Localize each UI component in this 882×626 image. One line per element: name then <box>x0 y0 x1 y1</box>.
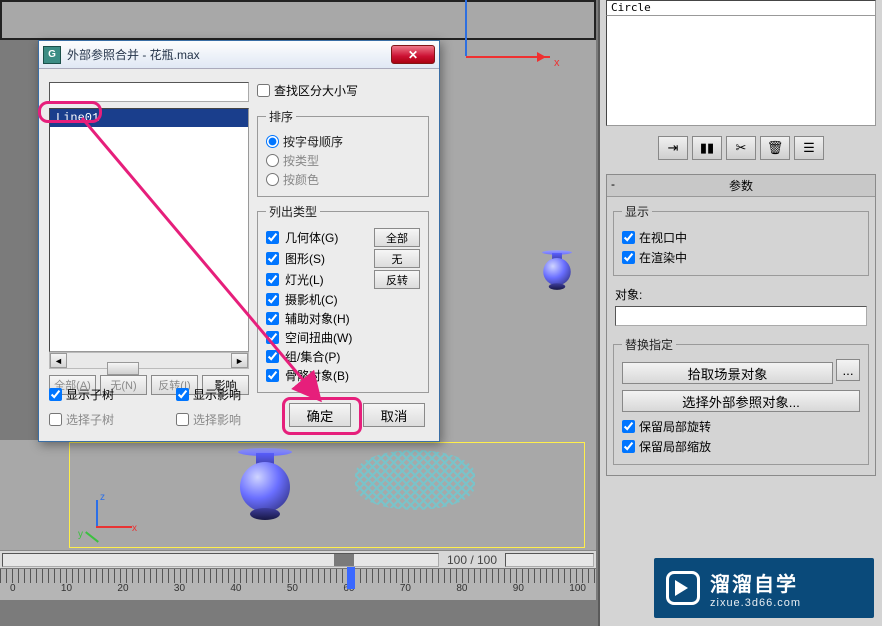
list-types-group: 列出类型 几何体(G)全部 图形(S)无 灯光(L)反转 摄影机(C) 辅助对象… <box>257 203 429 393</box>
show-end-result-icon[interactable]: ▮▮ <box>692 136 722 160</box>
select-influence-checkbox[interactable]: 选择影响 <box>176 411 293 428</box>
axis-label-y: y <box>78 529 83 540</box>
make-unique-icon[interactable]: ✂ <box>726 136 756 160</box>
display-group: 显示 在视口中 在渲染中 <box>613 203 869 276</box>
type-helper-checkbox[interactable] <box>266 312 279 325</box>
axis-label-x: x <box>554 57 560 69</box>
dialog-titlebar[interactable]: G 外部参照合并 - 花瓶.max ✕ <box>39 41 439 69</box>
ground-grid <box>355 450 475 510</box>
play-icon <box>666 571 700 605</box>
configure-sets-icon[interactable]: ☰ <box>794 136 824 160</box>
display-legend: 显示 <box>622 203 652 220</box>
panel-toolbar: ⇥ ▮▮ ✂ 🗑 ☰ <box>606 136 876 160</box>
in-viewport-checkbox[interactable]: 在视口中 <box>622 229 860 246</box>
ok-button[interactable]: 确定 <box>289 403 351 427</box>
sort-alpha-radio[interactable]: 按字母顺序 <box>266 133 420 150</box>
axis-label-z: z <box>100 492 105 503</box>
pin-stack-icon[interactable]: ⇥ <box>658 136 688 160</box>
time-slider-thumb[interactable] <box>334 554 354 566</box>
parameters-rollout: - 参数 显示 在视口中 在渲染中 对象: 替换指定 拾取场景对象 ... 选择… <box>606 174 876 476</box>
object-name-input[interactable] <box>615 306 867 326</box>
dialog-action-buttons: 确定 取消 <box>289 403 425 427</box>
search-input[interactable] <box>49 82 249 102</box>
list-item-line01[interactable]: Line01 <box>50 109 248 127</box>
gizmo-x-axis[interactable] <box>466 56 550 58</box>
rollout-title: 参数 <box>729 177 753 194</box>
scene-object-name[interactable]: Circle <box>606 0 876 16</box>
rollout-header[interactable]: - 参数 <box>607 175 875 197</box>
type-shape-checkbox[interactable] <box>266 252 279 265</box>
select-subtree-checkbox[interactable]: 选择子树 <box>49 411 166 428</box>
scroll-right-icon[interactable]: ► <box>231 353 248 368</box>
replace-legend: 替换指定 <box>622 336 676 353</box>
frame-counter: 100 / 100 <box>441 553 503 567</box>
type-spacewarp-checkbox[interactable] <box>266 331 279 344</box>
object-field-row: 对象: <box>607 286 875 330</box>
watermark-url: zixue.3d66.com <box>710 597 801 609</box>
type-light-checkbox[interactable] <box>266 273 279 286</box>
pick-xref-object-button[interactable]: 选择外部参照对象... <box>622 390 860 412</box>
in-render-checkbox[interactable]: 在渲染中 <box>622 249 860 266</box>
types-none-button[interactable]: 无 <box>374 249 420 268</box>
app-icon: G <box>43 46 61 64</box>
gizmo-y-axis[interactable] <box>465 0 467 56</box>
pick-scene-object-button[interactable]: 拾取场景对象 <box>622 362 833 384</box>
scroll-thumb[interactable] <box>107 362 139 375</box>
dialog-left-column: Line01 ◄ ► 全部(A) 无(N) 反转(I) 影响 <box>49 79 249 395</box>
pick-scene-browse-button[interactable]: ... <box>836 359 860 381</box>
vase-object-front[interactable] <box>235 448 295 538</box>
sort-color-radio[interactable]: 按颜色 <box>266 171 420 188</box>
time-slider-track[interactable] <box>2 553 439 567</box>
vase-object-persp[interactable] <box>541 250 574 300</box>
case-sensitive-checkbox[interactable]: 查找区分大小写 <box>257 82 429 99</box>
current-frame-marker[interactable] <box>347 567 355 589</box>
xref-merge-dialog: G 外部参照合并 - 花瓶.max ✕ Line01 ◄ ► 全部(A) 无(N… <box>38 40 440 442</box>
cancel-button[interactable]: 取消 <box>363 403 425 427</box>
keep-local-scale-checkbox[interactable]: 保留局部缩放 <box>622 438 860 455</box>
types-all-button[interactable]: 全部 <box>374 228 420 247</box>
close-button[interactable]: ✕ <box>391 45 435 64</box>
keep-local-rotation-checkbox[interactable]: 保留局部旋转 <box>622 418 860 435</box>
sort-type-radio[interactable]: 按类型 <box>266 152 420 169</box>
list-horizontal-scrollbar[interactable]: ◄ ► <box>49 352 249 369</box>
watermark: 溜溜自学 zixue.3d66.com <box>654 558 874 618</box>
types-invert-button[interactable]: 反转 <box>374 270 420 289</box>
rollout-toggle-icon[interactable]: - <box>611 177 615 191</box>
viewport-top <box>0 0 596 40</box>
type-geometry-checkbox[interactable] <box>266 231 279 244</box>
type-bone-checkbox[interactable] <box>266 369 279 382</box>
show-influence-checkbox[interactable]: 显示影响 <box>176 386 293 403</box>
scroll-left-icon[interactable]: ◄ <box>50 353 67 368</box>
timeline-ruler[interactable]: 0 10 20 30 40 50 60 70 80 90 100 <box>0 568 596 600</box>
show-subtree-checkbox[interactable]: 显示子树 <box>49 386 166 403</box>
sort-legend: 排序 <box>266 108 296 125</box>
watermark-title: 溜溜自学 <box>710 568 801 597</box>
remove-modifier-icon[interactable]: 🗑 <box>760 136 790 160</box>
types-legend: 列出类型 <box>266 203 320 220</box>
ruler-ticks <box>0 569 596 583</box>
scene-object-list[interactable] <box>606 16 876 126</box>
object-label: 对象: <box>615 286 867 303</box>
dialog-title: 外部参照合并 - 花瓶.max <box>67 46 391 63</box>
replace-group: 替换指定 拾取场景对象 ... 选择外部参照对象... 保留局部旋转 保留局部缩… <box>613 336 869 465</box>
dialog-bottom-options: 显示子树 显示影响 选择子树 选择影响 <box>49 383 293 431</box>
active-viewport-frame <box>69 442 585 548</box>
command-panel: Circle ⇥ ▮▮ ✂ 🗑 ☰ - 参数 显示 在视口中 在渲染中 对象: … <box>598 0 882 626</box>
axis-label-x2: x <box>132 523 137 534</box>
time-slider-bar[interactable]: 100 / 100 <box>0 550 596 568</box>
type-camera-checkbox[interactable] <box>266 293 279 306</box>
time-slider-track-right[interactable] <box>505 553 594 567</box>
dialog-right-column: 查找区分大小写 排序 按字母顺序 按类型 按颜色 列出类型 几何体(G)全部 图… <box>257 79 429 395</box>
object-listbox[interactable]: Line01 <box>49 108 249 352</box>
sort-group: 排序 按字母顺序 按类型 按颜色 <box>257 108 429 197</box>
world-axis-gizmo: z x y <box>78 496 128 538</box>
type-group-checkbox[interactable] <box>266 350 279 363</box>
